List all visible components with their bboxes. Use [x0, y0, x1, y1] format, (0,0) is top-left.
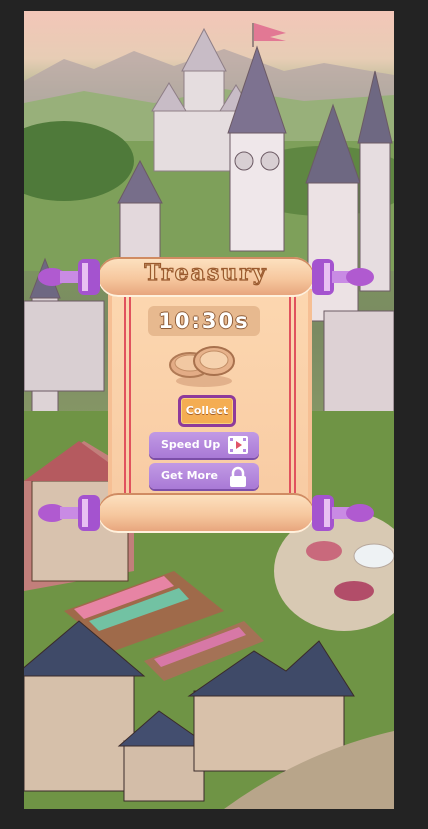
scroll-bottom-right-handle — [312, 495, 374, 531]
collect-timer: 10:30s — [148, 306, 260, 336]
paper-border-line — [294, 289, 296, 505]
get-more-button[interactable]: Get More — [149, 463, 259, 489]
treasury-title: Treasury — [144, 259, 268, 286]
speed-up-label: Speed Up — [161, 438, 221, 451]
treasury-panel: Treasury 10:30s Collect Speed Up Get Mor… — [38, 249, 374, 539]
paper-border-line — [129, 289, 131, 505]
speed-up-button[interactable]: Speed Up — [149, 432, 259, 458]
paper-border-line — [124, 289, 126, 505]
paper-border-line — [289, 289, 291, 505]
lock-icon — [230, 466, 246, 487]
coins-icon — [169, 346, 235, 387]
get-more-label: Get More — [161, 469, 218, 482]
scroll-bottom-left-handle — [38, 495, 100, 531]
collect-button[interactable]: Collect — [178, 395, 236, 427]
scroll-bottom-rod — [98, 493, 314, 533]
game-screen: Treasury 10:30s Collect Speed Up Get Mor… — [24, 11, 394, 809]
video-icon — [228, 436, 248, 454]
